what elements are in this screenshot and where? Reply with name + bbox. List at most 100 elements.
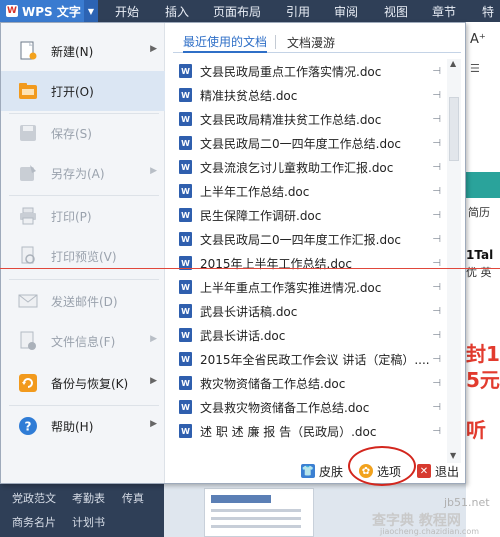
save-as-icon <box>17 162 39 184</box>
chevron-right-icon: ▶ <box>150 376 157 386</box>
ad-text-2: 5元 <box>466 368 500 392</box>
menu-item-print[interactable]: 打印(P) <box>1 196 165 236</box>
list-item[interactable]: W 民生保障工作调研.doc ⊣ <box>173 203 445 227</box>
doc-file-icon: W <box>179 280 192 294</box>
chevron-down-icon[interactable]: ▼ <box>84 0 98 22</box>
help-icon: ? <box>17 415 39 437</box>
menu-command-list: 新建(N) ▶ 打开(O) 保存(S) 另存为(A) ▶ 打印(P) 打印预览(… <box>1 23 165 483</box>
app-menu-button[interactable]: W WPS 文字 ▼ <box>0 0 98 22</box>
file-menu: 新建(N) ▶ 打开(O) 保存(S) 另存为(A) ▶ 打印(P) 打印预览(… <box>0 22 466 484</box>
tab-recent-documents[interactable]: 最近使用的文档 <box>183 31 268 53</box>
ribbon-tab-chapter[interactable]: 章节 <box>432 0 456 22</box>
list-item[interactable]: W 2015年全省民政工作会议 讲话（定稿）.... ⊣ <box>173 347 445 371</box>
list-item[interactable]: W 上半年工作总结.doc ⊣ <box>173 179 445 203</box>
template-item[interactable]: 计划书 <box>72 514 105 530</box>
template-item[interactable]: 考勤表 <box>72 490 105 506</box>
chevron-right-icon: ▶ <box>150 419 157 429</box>
pin-icon[interactable]: ⊣ <box>432 330 441 341</box>
list-item[interactable]: W 文县民政局二0一四年度工作汇报.doc ⊣ <box>173 227 445 251</box>
ribbon-bar: W WPS 文字 ▼ 开始 插入 页面布局 引用 审阅 视图 章节 特 <box>0 0 500 22</box>
menu-item-help[interactable]: ? 帮助(H) ▶ <box>1 406 165 446</box>
list-item[interactable]: W 精准扶贫总结.doc ⊣ <box>173 83 445 107</box>
ribbon-tab-review[interactable]: 审阅 <box>334 0 358 22</box>
scroll-up-icon[interactable]: ▲ <box>450 59 456 68</box>
pin-icon[interactable]: ⊣ <box>432 426 441 437</box>
doc-file-icon: W <box>179 64 192 78</box>
list-item[interactable]: W 上半年重点工作落实推进情况.doc ⊣ <box>173 275 445 299</box>
template-item[interactable]: 党政范文 <box>12 490 56 506</box>
pin-icon[interactable]: ⊣ <box>432 162 441 173</box>
menu-item-open[interactable]: 打开(O) <box>1 71 165 111</box>
doc-file-icon: W <box>179 352 192 366</box>
pin-icon[interactable]: ⊣ <box>432 402 441 413</box>
menu-item-backup[interactable]: 备份与恢复(K) ▶ <box>1 363 165 403</box>
menu-item-print-preview[interactable]: 打印预览(V) <box>1 236 165 276</box>
ribbon-tab-special[interactable]: 特 <box>482 0 494 22</box>
teal-banner <box>466 172 500 198</box>
template-item[interactable]: 商务名片 <box>12 514 56 530</box>
ribbon-tab-view[interactable]: 视图 <box>384 0 408 22</box>
pin-icon[interactable]: ⊣ <box>432 234 441 245</box>
list-item[interactable]: W 文县流浪乞讨儿童救助工作汇报.doc ⊣ <box>173 155 445 179</box>
font-size-increase[interactable]: A⁺ <box>470 32 486 47</box>
doc-file-icon: W <box>179 328 192 342</box>
pin-icon[interactable]: ⊣ <box>432 210 441 221</box>
list-item[interactable]: W述 职 述 廉 报 告（民政局）.doc ⊣ <box>173 419 445 443</box>
template-thumbnail[interactable] <box>204 488 314 537</box>
pin-icon[interactable]: ⊣ <box>432 378 441 389</box>
ad-text-3: 听 <box>466 418 486 442</box>
scroll-thumb[interactable] <box>449 97 459 161</box>
list-item[interactable]: W 2015年上半年工作总结.doc ⊣ <box>173 251 445 275</box>
list-format-icon[interactable]: ☰ <box>470 62 480 75</box>
doc-file-icon: W <box>179 304 192 318</box>
svg-text:?: ? <box>25 420 32 434</box>
menu-item-save[interactable]: 保存(S) <box>1 113 165 153</box>
menu-item-label: 帮助(H) <box>51 419 94 434</box>
pin-icon[interactable]: ⊣ <box>432 354 441 365</box>
ribbon-tab-start[interactable]: 开始 <box>115 0 139 22</box>
annotation-divider-line <box>0 268 500 269</box>
tab-document-roaming[interactable]: 文档漫游 <box>287 31 335 53</box>
pin-icon[interactable]: ⊣ <box>432 306 441 317</box>
menu-item-new[interactable]: 新建(N) ▶ <box>1 31 165 71</box>
print-icon <box>17 205 39 227</box>
chevron-right-icon: ▶ <box>150 334 157 344</box>
list-item[interactable]: W 文县民政局重点工作落实情况.doc ⊣ <box>173 59 445 83</box>
list-item[interactable]: W 文县民政局二0一四年度工作总结.doc ⊣ <box>173 131 445 155</box>
menu-item-save-as[interactable]: 另存为(A) ▶ <box>1 153 165 193</box>
pin-icon[interactable]: ⊣ <box>432 258 441 269</box>
pin-icon[interactable]: ⊣ <box>432 114 441 125</box>
list-item[interactable]: W 文县救灾物资储备工作总结.doc ⊣ <box>173 395 445 419</box>
scroll-down-icon[interactable]: ▼ <box>450 451 456 460</box>
menu-item-label: 保存(S) <box>51 126 92 141</box>
doc-file-icon: W <box>179 208 192 222</box>
list-item[interactable]: W 武县长讲话.doc ⊣ <box>173 323 445 347</box>
tab-divider <box>275 35 276 49</box>
doc-file-icon: W <box>179 160 192 174</box>
pin-icon[interactable]: ⊣ <box>432 186 441 197</box>
resume-label: 简历 <box>468 206 490 219</box>
ribbon-tab-insert[interactable]: 插入 <box>165 0 189 22</box>
list-item[interactable]: W 救灾物资储备工作总结.doc ⊣ <box>173 371 445 395</box>
pin-icon[interactable]: ⊣ <box>432 138 441 149</box>
exit-button[interactable]: ✕ 退出 <box>417 461 459 481</box>
menu-item-send-mail[interactable]: 发送邮件(D) <box>1 281 165 321</box>
ribbon-tab-references[interactable]: 引用 <box>286 0 310 22</box>
template-item[interactable]: 传真 <box>122 490 144 506</box>
pin-icon[interactable]: ⊣ <box>432 66 441 77</box>
doc-file-icon: W <box>179 184 192 198</box>
menu-item-label: 备份与恢复(K) <box>51 376 129 391</box>
menu-item-label: 发送邮件(D) <box>51 294 118 309</box>
pin-icon[interactable]: ⊣ <box>432 90 441 101</box>
annotation-highlight-circle <box>348 446 416 486</box>
pin-icon[interactable]: ⊣ <box>432 282 441 293</box>
watermark-site: jb51.net <box>444 496 490 509</box>
menu-divider <box>9 279 159 280</box>
list-item[interactable]: W 文县民政局精准扶贫工作总结.doc ⊣ <box>173 107 445 131</box>
ribbon-tab-page-layout[interactable]: 页面布局 <box>213 0 261 22</box>
document-list-scrollbar[interactable]: ▲ ▼ <box>447 59 461 463</box>
doc-file-icon: W <box>179 424 192 438</box>
list-item[interactable]: W 武县长讲话稿.doc ⊣ <box>173 299 445 323</box>
skin-button[interactable]: 👕 皮肤 <box>301 461 343 481</box>
menu-item-file-info[interactable]: 文件信息(F) ▶ <box>1 321 165 361</box>
